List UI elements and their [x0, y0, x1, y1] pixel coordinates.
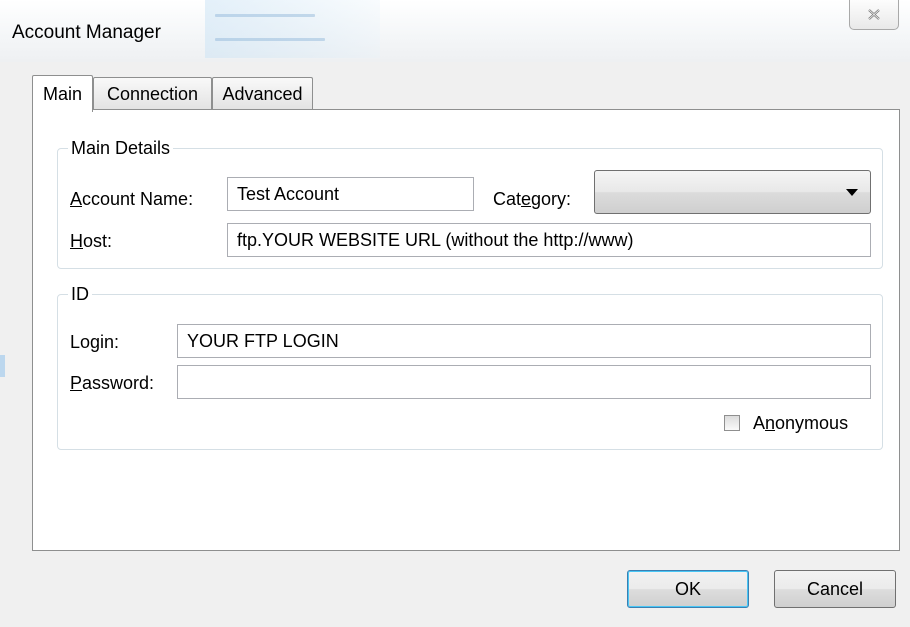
title-bar: Account Manager [0, 0, 910, 62]
anonymous-checkbox[interactable] [724, 415, 740, 431]
account-name-field[interactable] [227, 177, 474, 211]
tab-connection[interactable]: Connection [93, 77, 212, 110]
cancel-button[interactable]: Cancel [774, 570, 896, 608]
host-field[interactable] [227, 223, 871, 257]
tab-panel-main: Main Details Account Name: Category: Hos… [32, 109, 900, 551]
background-window-ghost [205, 0, 380, 58]
ok-button[interactable]: OK [627, 570, 749, 608]
chevron-down-icon [846, 189, 858, 196]
category-label: Category: [493, 189, 572, 209]
password-label: Password: [70, 373, 155, 393]
tab-main-label: Main [42, 83, 82, 104]
category-dropdown[interactable] [594, 170, 871, 214]
login-label: Login: [70, 332, 120, 352]
close-button[interactable] [849, 0, 899, 30]
tab-advanced[interactable]: Advanced [212, 77, 313, 110]
login-field[interactable] [177, 324, 871, 358]
account-name-label: Account Name: [70, 189, 194, 209]
close-icon [868, 9, 880, 20]
tab-advanced-label: Advanced [222, 83, 303, 104]
password-field[interactable] [177, 365, 871, 399]
main-details-legend: Main Details [68, 137, 174, 159]
id-legend: ID [68, 283, 92, 305]
tab-connection-label: Connection [106, 83, 199, 104]
window-title: Account Manager [12, 22, 161, 43]
anonymous-label[interactable]: Anonymous [753, 412, 848, 434]
tab-main[interactable]: Main [32, 75, 93, 112]
left-edge-mark [0, 355, 5, 377]
host-label: Host: [70, 231, 113, 251]
